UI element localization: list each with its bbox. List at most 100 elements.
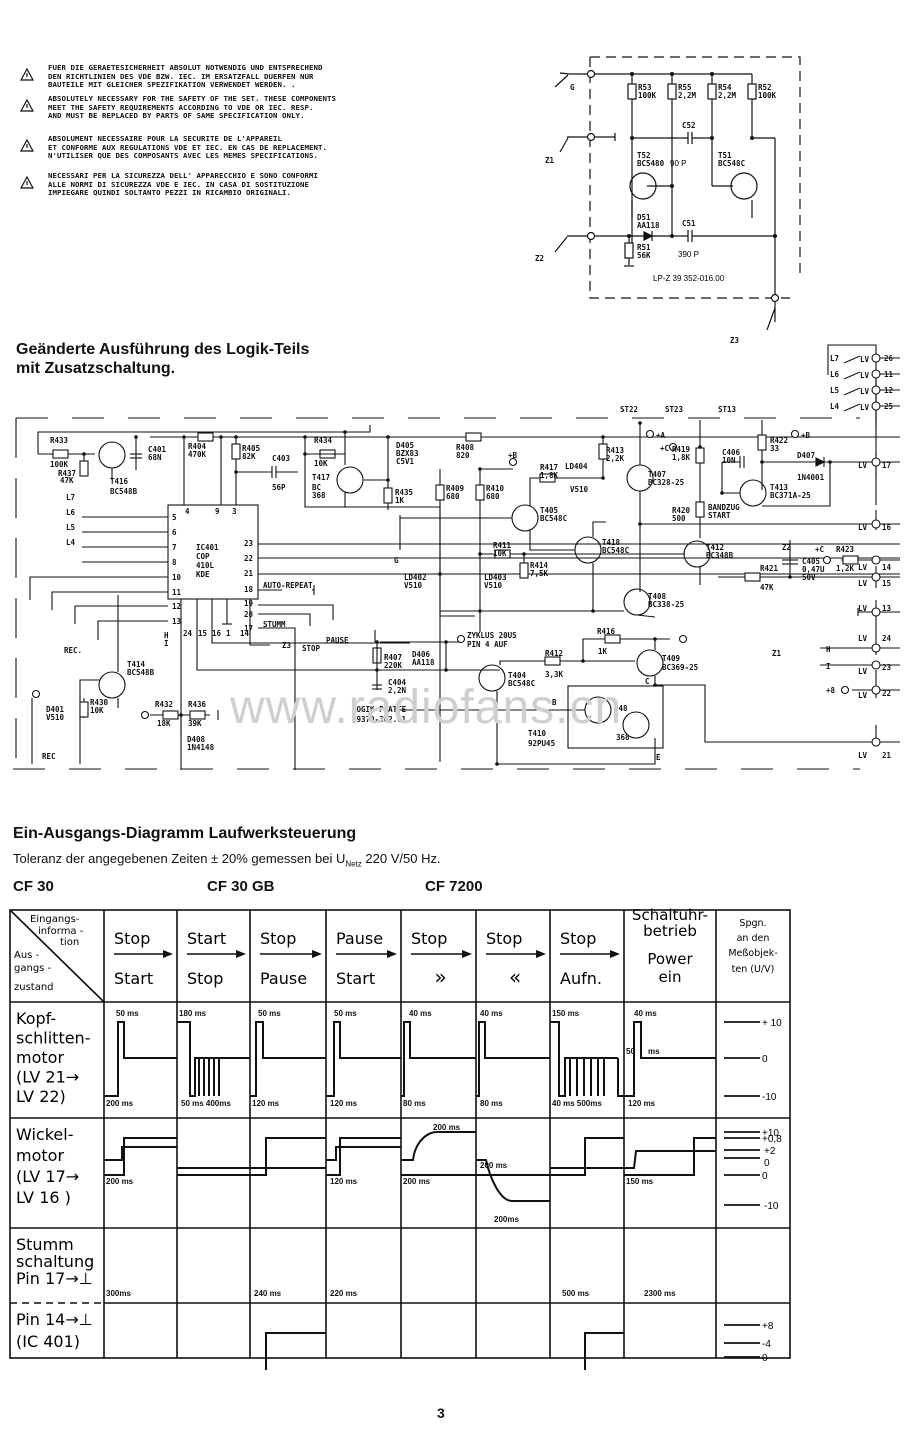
svg-text:47K: 47K — [760, 583, 774, 592]
svg-text:10N: 10N — [722, 456, 736, 465]
scale-header-text: an den — [737, 933, 770, 944]
timing-annotation: 240 ms — [254, 1289, 282, 1298]
column-header-from: Stop — [260, 929, 296, 948]
timing-annotation: 50 ms — [334, 1009, 357, 1018]
corner-header-output: zustand — [14, 982, 54, 993]
svg-text:R436: R436 — [188, 700, 207, 709]
svg-text:R423: R423 — [836, 545, 855, 554]
svg-text:R412: R412 — [545, 649, 563, 658]
svg-text:20: 20 — [244, 610, 254, 619]
svg-text:R432: R432 — [155, 700, 173, 709]
safety-note-de: FUER DIE GERAETESICHERHEIT ABSOLUT NOTWE… — [20, 63, 410, 94]
timing-annotation: 180 ms — [179, 1009, 207, 1018]
svg-text:23: 23 — [244, 539, 254, 548]
column-header-to: Start — [114, 969, 153, 988]
column-header: Stop Aufn. — [560, 929, 620, 988]
timing-annotation: 200ms — [494, 1215, 519, 1224]
svg-text:R421: R421 — [760, 564, 779, 573]
svg-text:C51: C51 — [682, 219, 696, 228]
svg-text:+B: +B — [508, 451, 518, 460]
svg-text:2,2K: 2,2K — [606, 454, 625, 463]
svg-text:220K: 220K — [384, 661, 403, 670]
safety-note-it: NECESSARI PER LA SICUREZZA DELL' APPAREC… — [20, 171, 410, 202]
kopf-stop-pause — [250, 1021, 326, 1097]
column-header-to: » — [435, 965, 447, 989]
timing-annotation: 50 ms 400ms — [181, 1099, 231, 1108]
timing-annotation: 50 ms — [116, 1009, 139, 1018]
svg-text:BC548C: BC548C — [540, 514, 567, 523]
svg-text:680: 680 — [446, 492, 460, 501]
row-label: LV 16 ) — [16, 1188, 71, 1207]
svg-text:LV: LV — [858, 563, 868, 572]
stumm-pause-start — [326, 1137, 401, 1176]
io-diagram-table: Eingangs-informa -tion Aus - gangs - zustan… — [9, 906, 791, 1370]
scale-label: + 10 — [762, 1018, 782, 1029]
kopf-pause-start — [326, 1021, 401, 1097]
timing-annotation: 300ms — [106, 1289, 131, 1298]
safety-text: ABSOLUTELY NECESSARY FOR THE SAFETY OF T… — [48, 94, 336, 121]
scale-header-text: Meßobjek- — [728, 948, 777, 959]
wickel-rec-power — [550, 1150, 716, 1169]
svg-text:AA118: AA118 — [412, 658, 435, 667]
kopf-power-on — [617, 1021, 716, 1097]
svg-text:1,8K: 1,8K — [672, 453, 691, 462]
svg-text:ST23: ST23 — [665, 405, 684, 414]
svg-text:22: 22 — [882, 689, 891, 698]
svg-text:L6: L6 — [66, 508, 76, 517]
arrow-head-icon — [387, 950, 397, 958]
column-header: Schaltuhr-betriebPowerein — [632, 906, 708, 986]
arrow-head-icon — [610, 950, 620, 958]
svg-text:+B: +B — [801, 431, 811, 440]
svg-text:16: 16 — [212, 629, 222, 638]
svg-text:14: 14 — [882, 563, 892, 572]
row-label: (LV 21→ — [16, 1068, 79, 1087]
svg-text:8: 8 — [172, 558, 177, 567]
svg-text:IC401: IC401 — [196, 543, 219, 552]
svg-text:5: 5 — [172, 513, 177, 522]
corner-header-input: tion — [60, 937, 79, 948]
svg-text:R416: R416 — [597, 627, 616, 636]
scale-label: -10 — [762, 1092, 777, 1103]
timing-annotation: 120 ms — [628, 1099, 656, 1108]
wickel-stop-start — [104, 1146, 177, 1161]
svg-text:LV: LV — [858, 579, 868, 588]
timing-annotation: ms — [648, 1047, 660, 1056]
logic-section-title: Geänderte Ausführung des Logik-Teils mit… — [16, 341, 310, 377]
svg-text:12: 12 — [172, 602, 181, 611]
column-header: Stop Pause — [260, 929, 322, 988]
svg-text:BC338-25: BC338-25 — [648, 600, 684, 609]
svg-text:LV: LV — [860, 403, 870, 412]
svg-text:16: 16 — [882, 523, 892, 532]
svg-text:+C: +C — [660, 444, 669, 453]
corner-header-input: informa - — [38, 926, 84, 937]
svg-text:56K: 56K — [637, 251, 651, 260]
timing-annotation: 40 ms — [409, 1009, 432, 1018]
svg-text:90 P: 90 P — [670, 159, 686, 168]
timing-annotation: 200 ms — [403, 1177, 431, 1186]
svg-text:10K: 10K — [314, 459, 328, 468]
timing-annotation: 120 ms — [330, 1099, 358, 1108]
timing-annotation: 80 ms — [480, 1099, 503, 1108]
svg-text:LV: LV — [858, 604, 868, 613]
row-label: Pin 14→⊥ — [16, 1310, 93, 1329]
svg-text:L7: L7 — [66, 493, 75, 502]
svg-text:26: 26 — [884, 354, 894, 363]
scale-header-text: ten (U/V) — [732, 964, 775, 975]
column-header-from: Pause — [336, 929, 383, 948]
svg-text:G: G — [394, 556, 399, 565]
timing-annotation: 200 ms — [433, 1123, 461, 1132]
column-header-to: « — [509, 965, 521, 989]
arrow-head-icon — [536, 950, 546, 958]
svg-text:LV: LV — [858, 634, 868, 643]
column-header-text: Power — [647, 950, 693, 968]
row-label: Kopf- — [16, 1009, 56, 1028]
svg-text:1N4148: 1N4148 — [187, 743, 215, 752]
svg-text:3: 3 — [232, 507, 237, 516]
svg-text:21: 21 — [244, 569, 254, 578]
timing-annotation: 200 ms — [106, 1177, 134, 1186]
svg-text:LV: LV — [860, 355, 870, 364]
svg-text:7,5K: 7,5K — [530, 569, 549, 578]
svg-text:BC371A-25: BC371A-25 — [770, 491, 811, 500]
svg-text:V510: V510 — [46, 713, 65, 722]
svg-text:47K: 47K — [60, 476, 74, 485]
